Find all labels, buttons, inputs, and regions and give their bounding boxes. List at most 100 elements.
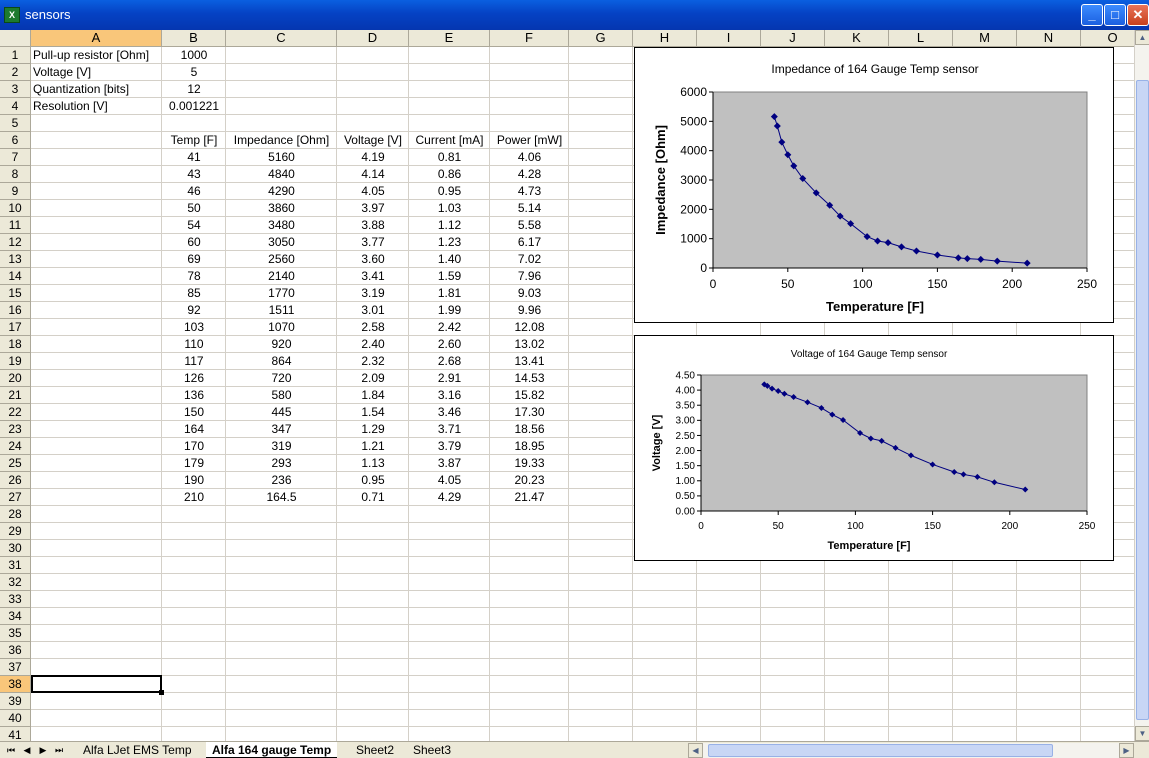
cell-c22[interactable]: 445	[226, 404, 337, 421]
tab-sheet2[interactable]: Sheet2	[350, 742, 400, 758]
column-header-m[interactable]: M	[953, 30, 1017, 47]
excel-icon[interactable]: X	[4, 7, 20, 23]
column-header-k[interactable]: K	[825, 30, 889, 47]
cell-f8[interactable]: 4.28	[490, 166, 569, 183]
cell-d22[interactable]: 1.54	[337, 404, 409, 421]
vertical-scrollbar[interactable]: ▲ ▼	[1134, 30, 1149, 741]
cell-b26[interactable]: 190	[162, 472, 226, 489]
cell-c20[interactable]: 720	[226, 370, 337, 387]
active-cell-cursor[interactable]	[31, 675, 162, 693]
next-sheet-icon[interactable]: ▶	[36, 743, 50, 757]
row-header-23[interactable]: 23	[0, 421, 31, 438]
column-header-c[interactable]: C	[226, 30, 337, 47]
column-header-h[interactable]: H	[633, 30, 697, 47]
cell-b2[interactable]: 5	[162, 64, 226, 81]
cell-c24[interactable]: 319	[226, 438, 337, 455]
cell-b9[interactable]: 46	[162, 183, 226, 200]
cell-e25[interactable]: 3.87	[409, 455, 490, 472]
cell-e6[interactable]: Current [mA]	[409, 132, 490, 149]
cell-e9[interactable]: 0.95	[409, 183, 490, 200]
cell-b11[interactable]: 54	[162, 217, 226, 234]
cell-e17[interactable]: 2.42	[409, 319, 490, 336]
cell-b13[interactable]: 69	[162, 251, 226, 268]
cell-b16[interactable]: 92	[162, 302, 226, 319]
cell-f18[interactable]: 13.02	[490, 336, 569, 353]
cell-f22[interactable]: 17.30	[490, 404, 569, 421]
cell-b27[interactable]: 210	[162, 489, 226, 506]
cell-f23[interactable]: 18.56	[490, 421, 569, 438]
cell-b21[interactable]: 136	[162, 387, 226, 404]
cell-b23[interactable]: 164	[162, 421, 226, 438]
row-header-1[interactable]: 1	[0, 47, 31, 64]
cell-d15[interactable]: 3.19	[337, 285, 409, 302]
cell-b19[interactable]: 117	[162, 353, 226, 370]
row-header-7[interactable]: 7	[0, 149, 31, 166]
cell-c26[interactable]: 236	[226, 472, 337, 489]
cell-a2[interactable]: Voltage [V]	[31, 64, 162, 81]
row-header-3[interactable]: 3	[0, 81, 31, 98]
row-header-32[interactable]: 32	[0, 574, 31, 591]
cell-b17[interactable]: 103	[162, 319, 226, 336]
row-header-9[interactable]: 9	[0, 183, 31, 200]
vertical-scroll-thumb[interactable]	[1136, 80, 1149, 720]
cell-e24[interactable]: 3.79	[409, 438, 490, 455]
cell-f12[interactable]: 6.17	[490, 234, 569, 251]
column-header-a[interactable]: A	[31, 30, 162, 47]
scroll-left-icon[interactable]: ◀	[688, 743, 703, 758]
cell-e22[interactable]: 3.46	[409, 404, 490, 421]
cell-e12[interactable]: 1.23	[409, 234, 490, 251]
minimize-button[interactable]: _	[1081, 4, 1103, 26]
cell-c13[interactable]: 2560	[226, 251, 337, 268]
cell-c19[interactable]: 864	[226, 353, 337, 370]
cell-f6[interactable]: Power [mW]	[490, 132, 569, 149]
voltage-chart[interactable]: 0.00 0.50 1.00 1.50 2.00 2.50 3.00 3.50 4.00 4.50…	[634, 335, 1114, 561]
tab-alfa-164-gauge-temp[interactable]: Alfa 164 gauge Temp	[206, 742, 338, 758]
close-button[interactable]: ✕	[1127, 4, 1149, 26]
cell-b15[interactable]: 85	[162, 285, 226, 302]
cell-c14[interactable]: 2140	[226, 268, 337, 285]
scroll-down-icon[interactable]: ▼	[1135, 726, 1149, 741]
cell-b8[interactable]: 43	[162, 166, 226, 183]
column-header-l[interactable]: L	[889, 30, 953, 47]
cell-b7[interactable]: 41	[162, 149, 226, 166]
cell-c17[interactable]: 1070	[226, 319, 337, 336]
cell-e23[interactable]: 3.71	[409, 421, 490, 438]
cell-d14[interactable]: 3.41	[337, 268, 409, 285]
last-sheet-icon[interactable]: ⏭	[52, 743, 66, 757]
row-header-30[interactable]: 30	[0, 540, 31, 557]
row-header-33[interactable]: 33	[0, 591, 31, 608]
cell-c8[interactable]: 4840	[226, 166, 337, 183]
cell-c27[interactable]: 164.5	[226, 489, 337, 506]
cell-d13[interactable]: 3.60	[337, 251, 409, 268]
row-header-26[interactable]: 26	[0, 472, 31, 489]
cell-d20[interactable]: 2.09	[337, 370, 409, 387]
row-header-14[interactable]: 14	[0, 268, 31, 285]
cell-a1[interactable]: Pull-up resistor [Ohm]	[31, 47, 162, 64]
row-header-25[interactable]: 25	[0, 455, 31, 472]
cell-b4[interactable]: 0.001221	[162, 98, 226, 115]
cell-b10[interactable]: 50	[162, 200, 226, 217]
cell-c10[interactable]: 3860	[226, 200, 337, 217]
cell-e10[interactable]: 1.03	[409, 200, 490, 217]
row-header-15[interactable]: 15	[0, 285, 31, 302]
row-header-5[interactable]: 5	[0, 115, 31, 132]
cell-b12[interactable]: 60	[162, 234, 226, 251]
cell-b1[interactable]: 1000	[162, 47, 226, 64]
row-header-34[interactable]: 34	[0, 608, 31, 625]
row-header-28[interactable]: 28	[0, 506, 31, 523]
row-header-10[interactable]: 10	[0, 200, 31, 217]
row-header-6[interactable]: 6	[0, 132, 31, 149]
row-header-24[interactable]: 24	[0, 438, 31, 455]
row-header-2[interactable]: 2	[0, 64, 31, 81]
cell-f9[interactable]: 4.73	[490, 183, 569, 200]
cell-f7[interactable]: 4.06	[490, 149, 569, 166]
row-header-16[interactable]: 16	[0, 302, 31, 319]
cell-c16[interactable]: 1511	[226, 302, 337, 319]
cell-c6[interactable]: Impedance [Ohm]	[226, 132, 337, 149]
cell-d16[interactable]: 3.01	[337, 302, 409, 319]
cell-d10[interactable]: 3.97	[337, 200, 409, 217]
row-header-20[interactable]: 20	[0, 370, 31, 387]
cell-f10[interactable]: 5.14	[490, 200, 569, 217]
cell-d18[interactable]: 2.40	[337, 336, 409, 353]
column-header-d[interactable]: D	[337, 30, 409, 47]
